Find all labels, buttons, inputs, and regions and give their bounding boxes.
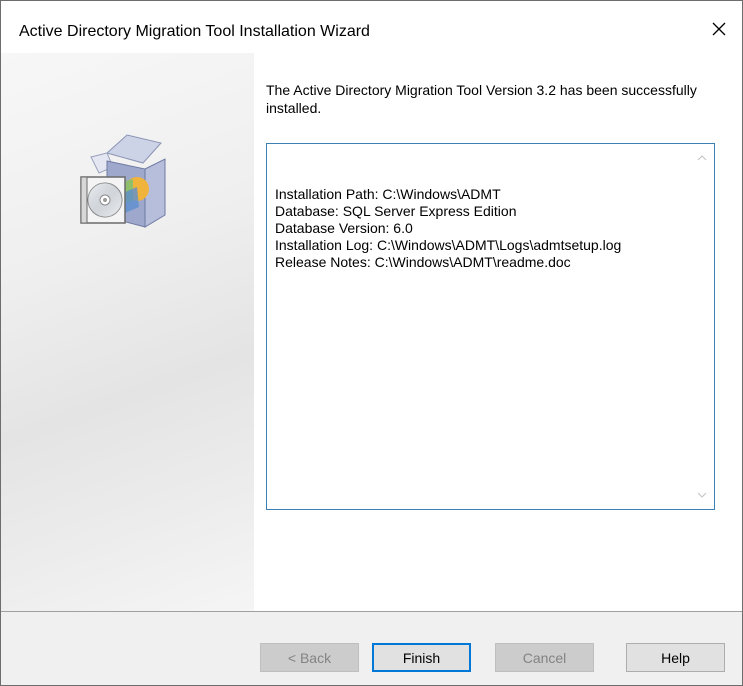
info-line-installation-log: Installation Log: C:\Windows\ADMT\Logs\a… xyxy=(275,237,622,253)
wizard-content: The Active Directory Migration Tool Vers… xyxy=(254,53,742,611)
scroll-up-button[interactable] xyxy=(696,152,708,164)
back-button[interactable]: < Back xyxy=(260,643,359,672)
title-bar: Active Directory Migration Tool Installa… xyxy=(1,1,742,53)
scroll-down-button[interactable] xyxy=(696,489,708,501)
installation-details-textbox[interactable]: Installation Path: C:\Windows\ADMT Datab… xyxy=(266,143,715,510)
installer-window: Active Directory Migration Tool Installa… xyxy=(0,0,743,686)
info-line-database: Database: SQL Server Express Edition xyxy=(275,203,517,219)
info-line-database-version: Database Version: 6.0 xyxy=(275,220,413,236)
info-line-installation-path: Installation Path: C:\Windows\ADMT xyxy=(275,186,501,202)
close-icon xyxy=(712,22,726,36)
window-title: Active Directory Migration Tool Installa… xyxy=(19,23,370,40)
completion-message: The Active Directory Migration Tool Vers… xyxy=(266,82,697,116)
info-line-release-notes: Release Notes: C:\Windows\ADMT\readme.do… xyxy=(275,254,571,270)
installation-details-text: Installation Path: C:\Windows\ADMT Datab… xyxy=(275,186,688,271)
wizard-footer: < Back Finish Cancel Help xyxy=(1,612,742,685)
wizard-side-panel xyxy=(1,53,254,611)
software-package-icon xyxy=(80,134,166,228)
cancel-button[interactable]: Cancel xyxy=(495,643,594,672)
help-button[interactable]: Help xyxy=(626,643,725,672)
chevron-up-icon xyxy=(697,155,707,161)
close-button[interactable] xyxy=(696,11,742,47)
chevron-down-icon xyxy=(697,492,707,498)
finish-button[interactable]: Finish xyxy=(372,643,471,672)
